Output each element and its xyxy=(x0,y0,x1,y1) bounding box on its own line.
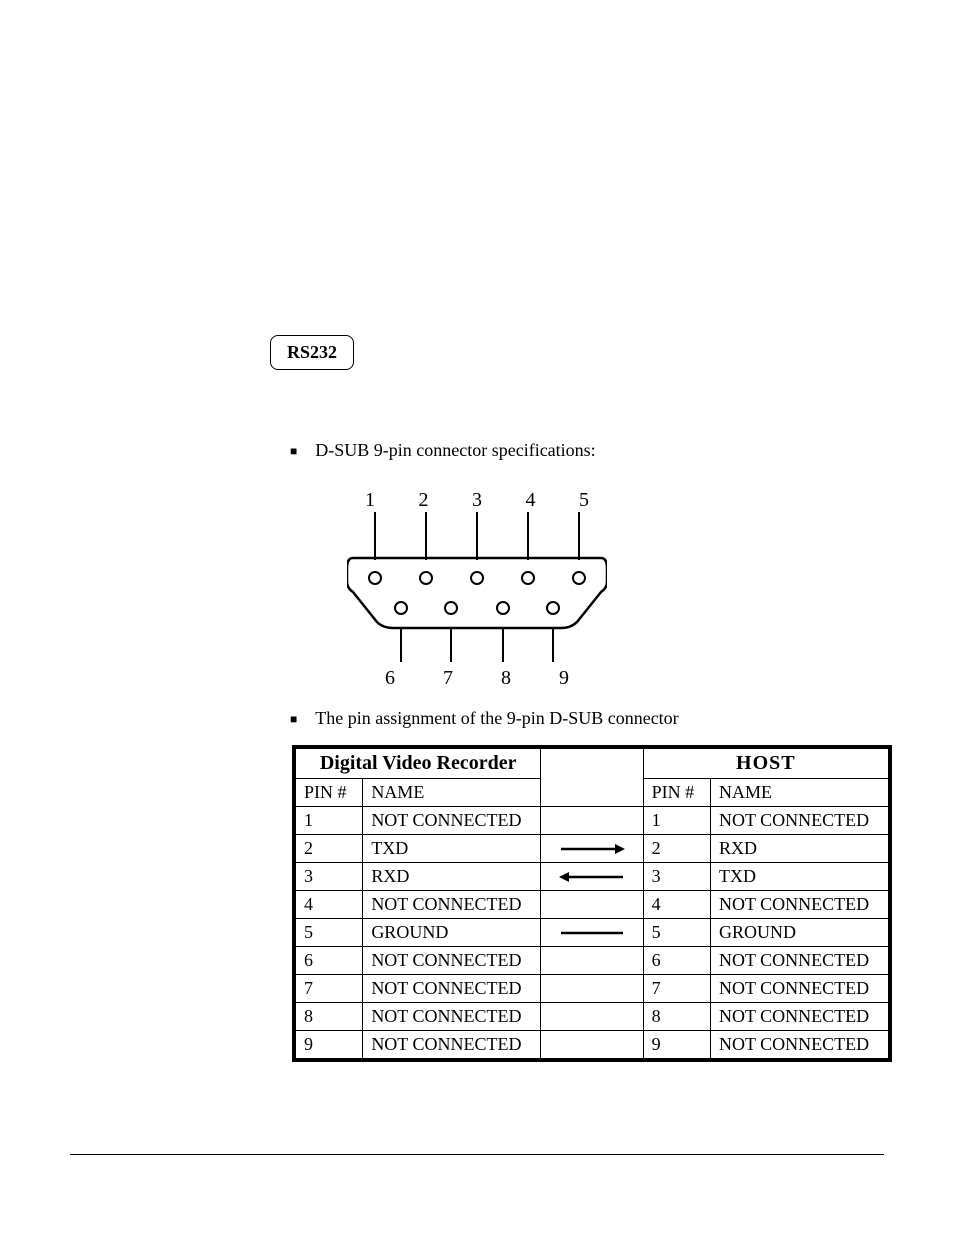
table-row: 9NOT CONNECTED9NOT CONNECTED xyxy=(294,1031,890,1061)
square-bullet-icon: ■ xyxy=(290,712,297,727)
cell-connection xyxy=(541,835,643,863)
cell-name: RXD xyxy=(363,863,541,891)
bullet-list: ■ The pin assignment of the 9-pin D-SUB … xyxy=(290,708,884,729)
cell-name: NOT CONNECTED xyxy=(363,947,541,975)
col-header-pin: PIN # xyxy=(643,779,710,807)
cell-name: NOT CONNECTED xyxy=(710,947,890,975)
pin-label: 9 xyxy=(559,667,569,690)
cell-name: NOT CONNECTED xyxy=(363,1031,541,1061)
bullet-list: ■ D-SUB 9-pin connector specifications: xyxy=(290,440,884,461)
table-right-title: HOST xyxy=(643,747,890,779)
connection-line-icon xyxy=(557,926,627,940)
table-mid-spacer xyxy=(541,747,643,807)
bullet-text: The pin assignment of the 9-pin D-SUB co… xyxy=(315,708,678,729)
bullet-item: ■ The pin assignment of the 9-pin D-SUB … xyxy=(290,708,884,729)
cell-pin: 4 xyxy=(643,891,710,919)
cell-name: GROUND xyxy=(710,919,890,947)
arrow-left-icon xyxy=(557,870,627,884)
pin-label: 4 xyxy=(526,489,536,512)
col-header-name: NAME xyxy=(710,779,890,807)
cell-name: TXD xyxy=(363,835,541,863)
cell-pin: 9 xyxy=(294,1031,363,1061)
cell-connection xyxy=(541,919,643,947)
pin-assignment-table: Digital Video Recorder HOST PIN # NAME P… xyxy=(292,745,892,1062)
col-header-pin: PIN # xyxy=(294,779,363,807)
cell-pin: 9 xyxy=(643,1031,710,1061)
cell-pin: 2 xyxy=(643,835,710,863)
table-left-title: Digital Video Recorder xyxy=(294,747,541,779)
cell-name: NOT CONNECTED xyxy=(710,807,890,835)
bullet-item: ■ D-SUB 9-pin connector specifications: xyxy=(290,440,884,461)
cell-pin: 8 xyxy=(294,1003,363,1031)
pin-label: 5 xyxy=(579,489,589,512)
cell-pin: 6 xyxy=(294,947,363,975)
section-heading-rs232: RS232 xyxy=(270,335,354,370)
cell-connection xyxy=(541,975,643,1003)
table-row: 3RXD3TXD xyxy=(294,863,890,891)
pin-label: 3 xyxy=(472,489,482,512)
cell-name: NOT CONNECTED xyxy=(710,975,890,1003)
cell-connection xyxy=(541,891,643,919)
table-title-row: Digital Video Recorder HOST xyxy=(294,747,890,779)
cell-name: NOT CONNECTED xyxy=(363,975,541,1003)
cell-connection xyxy=(541,1003,643,1031)
cell-name: NOT CONNECTED xyxy=(710,1003,890,1031)
pin-label: 6 xyxy=(385,667,395,690)
cell-pin: 1 xyxy=(643,807,710,835)
pin-label: 1 xyxy=(365,489,375,512)
col-header-name: NAME xyxy=(363,779,541,807)
cell-name: NOT CONNECTED xyxy=(363,891,541,919)
pin-label: 7 xyxy=(443,667,453,690)
cell-connection xyxy=(541,1031,643,1061)
cell-pin: 1 xyxy=(294,807,363,835)
table-row: 2TXD2RXD xyxy=(294,835,890,863)
dsub-shell-icon xyxy=(347,512,607,662)
cell-pin: 6 xyxy=(643,947,710,975)
cell-pin: 2 xyxy=(294,835,363,863)
cell-pin: 7 xyxy=(643,975,710,1003)
dsub-top-pin-numbers: 1 2 3 4 5 xyxy=(347,489,607,512)
cell-connection xyxy=(541,807,643,835)
cell-name: RXD xyxy=(710,835,890,863)
cell-name: NOT CONNECTED xyxy=(710,891,890,919)
arrow-right-icon xyxy=(557,842,627,856)
cell-name: NOT CONNECTED xyxy=(363,1003,541,1031)
cell-pin: 5 xyxy=(294,919,363,947)
cell-connection xyxy=(541,863,643,891)
cell-name: NOT CONNECTED xyxy=(710,1031,890,1061)
table-row: 4NOT CONNECTED4NOT CONNECTED xyxy=(294,891,890,919)
table-row: 8NOT CONNECTED8NOT CONNECTED xyxy=(294,1003,890,1031)
square-bullet-icon: ■ xyxy=(290,444,297,459)
cell-connection xyxy=(541,947,643,975)
cell-pin: 3 xyxy=(643,863,710,891)
bullet-text: D-SUB 9-pin connector specifications: xyxy=(315,440,595,461)
table-row: 6NOT CONNECTED6NOT CONNECTED xyxy=(294,947,890,975)
document-page: RS232 ■ D-SUB 9-pin connector specificat… xyxy=(0,0,954,1235)
dsub-bottom-pin-numbers: 6 7 8 9 xyxy=(347,667,607,690)
table-row: 5GROUND5GROUND xyxy=(294,919,890,947)
cell-pin: 3 xyxy=(294,863,363,891)
cell-pin: 7 xyxy=(294,975,363,1003)
dsub-connector-diagram: 1 2 3 4 5 xyxy=(347,489,607,690)
pin-label: 8 xyxy=(501,667,511,690)
cell-pin: 4 xyxy=(294,891,363,919)
table-row: 1NOT CONNECTED1NOT CONNECTED xyxy=(294,807,890,835)
cell-name: GROUND xyxy=(363,919,541,947)
pin-label: 2 xyxy=(419,489,429,512)
cell-name: TXD xyxy=(710,863,890,891)
footer-divider xyxy=(70,1154,884,1155)
cell-name: NOT CONNECTED xyxy=(363,807,541,835)
cell-pin: 8 xyxy=(643,1003,710,1031)
cell-pin: 5 xyxy=(643,919,710,947)
table-row: 7NOT CONNECTED7NOT CONNECTED xyxy=(294,975,890,1003)
